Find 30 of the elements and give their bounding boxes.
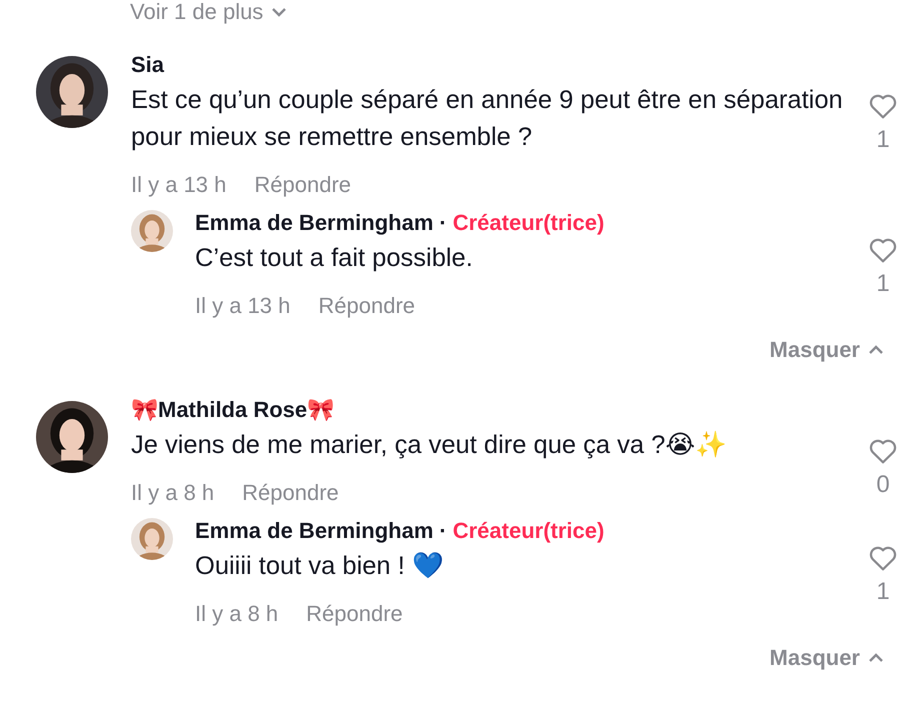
separator-dot: · bbox=[439, 209, 447, 237]
comment-text: C’est tout a fait possible. bbox=[195, 243, 474, 274]
username[interactable]: Sia bbox=[131, 50, 164, 80]
comment-text: Est ce qu’un couple séparé en année 9 peut être en séparation pour mieux se remettre ensemble ? bbox=[131, 85, 844, 153]
reply-link[interactable]: Répondre bbox=[242, 478, 339, 508]
comment-text: Ouiiii tout va bien ! 💙 bbox=[195, 551, 445, 582]
chevron-up-icon bbox=[868, 653, 884, 663]
username[interactable]: Emma de Bermingham bbox=[195, 516, 434, 546]
hide-replies-link[interactable]: Masquer bbox=[770, 337, 860, 363]
creator-label: Créateur(trice) bbox=[452, 209, 604, 237]
like-count: 1 bbox=[876, 126, 890, 154]
timestamp: Il y a 8 h bbox=[131, 479, 214, 507]
username[interactable]: 🎀Mathilda Rose🎀 bbox=[131, 395, 334, 425]
reply-link[interactable]: Répondre bbox=[254, 170, 352, 200]
reply-link[interactable]: Répondre bbox=[306, 599, 403, 629]
hide-replies-link[interactable]: Masquer bbox=[770, 645, 860, 671]
timestamp: Il y a 13 h bbox=[195, 292, 290, 320]
like-count: 1 bbox=[876, 578, 890, 606]
chevron-down-icon bbox=[271, 7, 288, 17]
like-count: 0 bbox=[876, 471, 890, 499]
like-count: 1 bbox=[876, 270, 890, 298]
username[interactable]: Emma de Bermingham bbox=[195, 208, 434, 238]
timestamp: Il y a 8 h bbox=[195, 600, 278, 628]
reply-link[interactable]: Répondre bbox=[318, 291, 416, 321]
chevron-up-icon bbox=[868, 345, 884, 355]
creator-label: Créateur(trice) bbox=[452, 517, 604, 545]
show-more-link[interactable]: Voir 1 de plus bbox=[130, 0, 264, 25]
timestamp: Il y a 13 h bbox=[131, 171, 226, 199]
separator-dot: · bbox=[439, 517, 447, 545]
comment-text: Je viens de me marier, ça veut dire que ça va ?😭✨ bbox=[131, 430, 728, 461]
